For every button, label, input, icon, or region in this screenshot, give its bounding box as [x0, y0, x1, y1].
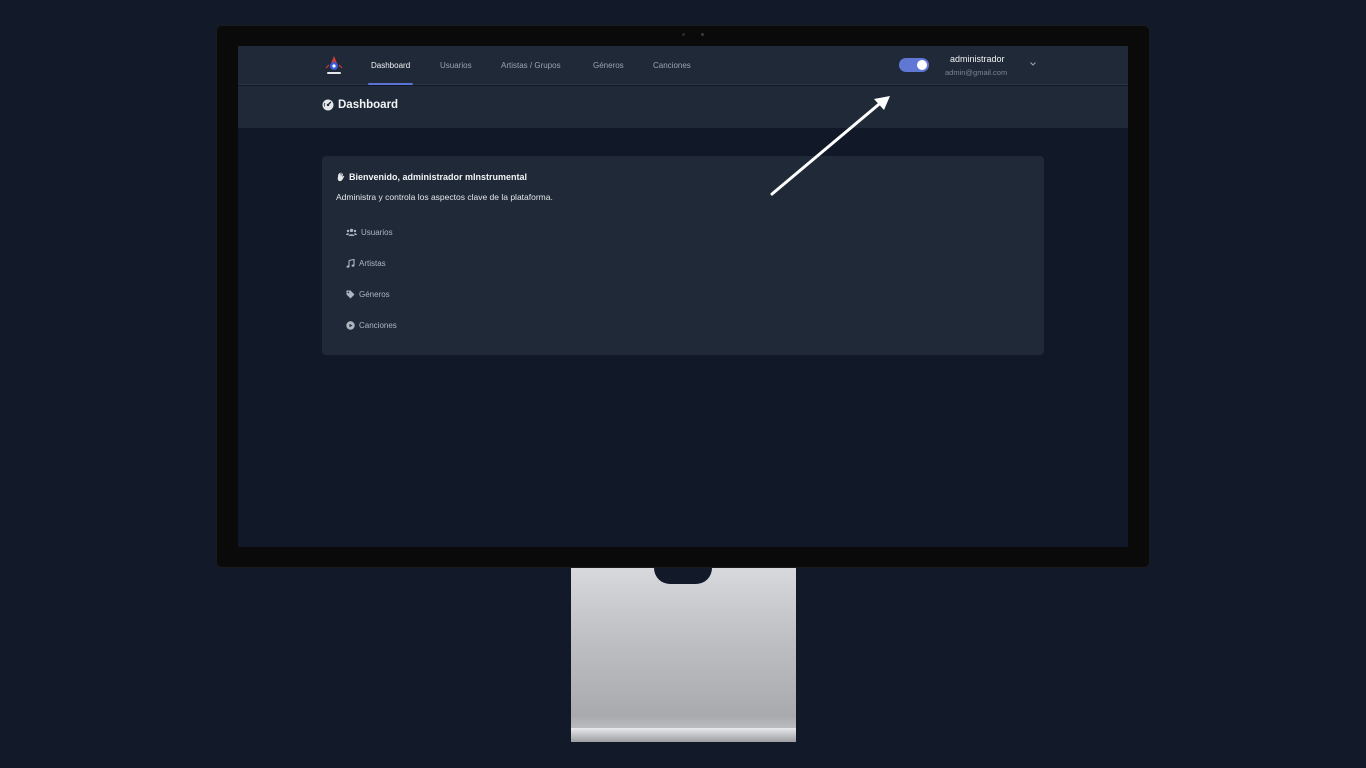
- users-icon: [346, 228, 357, 236]
- welcome-title: Bienvenido, administrador mInstrumental: [336, 172, 527, 182]
- play-circle-icon: [346, 321, 355, 330]
- nav-artistas-grupos[interactable]: Artistas / Grupos: [501, 46, 561, 85]
- tag-icon: [346, 290, 355, 299]
- waving-hand-icon: [337, 172, 345, 182]
- quicklink-usuarios-label: Usuarios: [361, 228, 393, 237]
- music-note-icon: [346, 259, 355, 268]
- camera-sensor-dot: [701, 33, 704, 36]
- quicklink-canciones-label: Canciones: [359, 321, 397, 330]
- welcome-subtitle: Administra y controla los aspectos clave…: [336, 192, 553, 202]
- welcome-card: Bienvenido, administrador mInstrumental …: [322, 156, 1044, 355]
- nav-dashboard[interactable]: Dashboard: [367, 46, 414, 85]
- nav-canciones[interactable]: Canciones: [653, 46, 691, 85]
- chevron-down-icon[interactable]: [1029, 61, 1037, 67]
- toggle-knob: [917, 60, 927, 70]
- top-navbar: Dashboard Usuarios Artistas / Grupos Gén…: [238, 46, 1128, 85]
- user-email: admin@gmail.com: [945, 68, 1008, 77]
- camera-dot: [682, 33, 685, 36]
- quicklink-generos[interactable]: Géneros: [346, 290, 390, 299]
- theme-toggle[interactable]: [899, 58, 929, 72]
- page-title-text: Dashboard: [338, 99, 399, 111]
- welcome-title-text: Bienvenido, administrador mInstrumental: [349, 172, 528, 182]
- quicklink-artistas-label: Artistas: [359, 259, 386, 268]
- monitor-frame: Dashboard Usuarios Artistas / Grupos Gén…: [216, 25, 1150, 568]
- page-header: Dashboard: [238, 86, 1128, 128]
- stand-foot: [571, 728, 796, 742]
- quicklink-canciones[interactable]: Canciones: [346, 321, 397, 330]
- user-name[interactable]: administrador: [950, 54, 1005, 64]
- page-title: Dashboard: [322, 99, 398, 111]
- quicklink-usuarios[interactable]: Usuarios: [346, 228, 393, 237]
- stand-cutout: [654, 568, 712, 584]
- monitor-stand: [571, 568, 796, 742]
- dashboard-gauge-icon: [322, 99, 334, 111]
- nav-usuarios[interactable]: Usuarios: [440, 46, 472, 85]
- monitor-screen: Dashboard Usuarios Artistas / Grupos Gén…: [238, 46, 1128, 547]
- nav-generos[interactable]: Géneros: [593, 46, 624, 85]
- quicklink-artistas[interactable]: Artistas: [346, 259, 386, 268]
- app-logo[interactable]: [322, 53, 346, 77]
- quicklink-generos-label: Géneros: [359, 290, 390, 299]
